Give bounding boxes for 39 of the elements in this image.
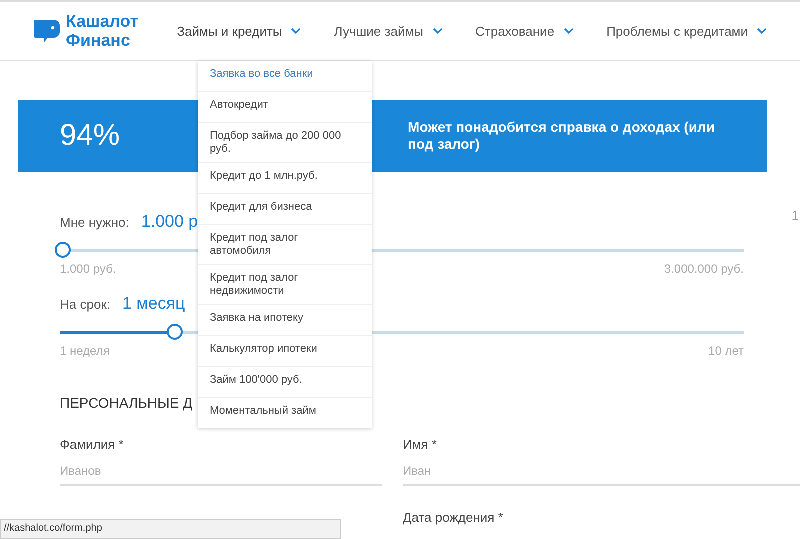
- nav-menu-item[interactable]: Проблемы с кредитами: [606, 24, 783, 38]
- field-label: Фамилия *: [60, 437, 125, 452]
- field-label: Имя *: [403, 437, 438, 452]
- dropdown-item[interactable]: Кредит для бизнеса: [198, 194, 372, 225]
- dropdown-item[interactable]: Моментальный займ: [198, 398, 372, 428]
- slider-thumb[interactable]: [55, 242, 71, 258]
- dropdown-item[interactable]: Калькулятор ипотеки: [198, 336, 372, 367]
- range-max: 3.000.000 руб.: [664, 262, 744, 276]
- logo-text: Финанс: [66, 31, 132, 50]
- nav-menu-item[interactable]: Займы и кредиты: [177, 24, 318, 38]
- nav-menu-item[interactable]: Страхование: [476, 24, 590, 38]
- dropdown-item[interactable]: Займ 100'000 руб.: [198, 367, 372, 398]
- slider-value: 1 месяц: [122, 294, 186, 314]
- dropdown-item[interactable]: Подбор займа до 200 000 руб.: [198, 123, 372, 163]
- chevron-down-icon: [291, 28, 302, 34]
- dropdown-item[interactable]: Заявка на ипотеку: [198, 305, 372, 336]
- chevron-down-icon: [757, 28, 767, 34]
- side-text: 1: [792, 208, 799, 223]
- nav-menu-item[interactable]: Лучшие займы: [334, 24, 458, 38]
- slider-thumb[interactable]: [166, 324, 183, 340]
- dropdown-item[interactable]: Кредит до 1 млн.руб.: [198, 163, 372, 194]
- logo-text: Кашалот: [66, 12, 139, 31]
- slider-value: 1.000 р: [141, 212, 198, 232]
- dropdown-item[interactable]: Автокредит: [198, 92, 372, 123]
- range-max: 10 лет: [708, 344, 744, 358]
- dropdown-item[interactable]: Заявка во все банки: [198, 61, 372, 92]
- field-label: Дата рождения *: [403, 510, 504, 525]
- banner-note: Может понадобится справка о доходах (или под залог): [408, 119, 716, 153]
- dropdown-item[interactable]: Кредит под залог автомобиля: [198, 225, 372, 265]
- dropdown-item[interactable]: Кредит под залог недвижимости: [198, 265, 372, 305]
- chevron-down-icon: [432, 28, 442, 34]
- approval-percent: 94%: [60, 119, 120, 153]
- range-min: 1.000 руб.: [60, 262, 116, 276]
- slider-label: На срок:: [60, 297, 110, 312]
- status-bar-url: //kashalot.co/form.php: [0, 519, 341, 539]
- chevron-down-icon: [564, 28, 574, 34]
- section-title: ПЕРСОНАЛЬНЫЕ Д: [60, 395, 193, 411]
- range-min: 1 неделя: [60, 344, 110, 358]
- slider-label: Мне нужно:: [60, 215, 130, 230]
